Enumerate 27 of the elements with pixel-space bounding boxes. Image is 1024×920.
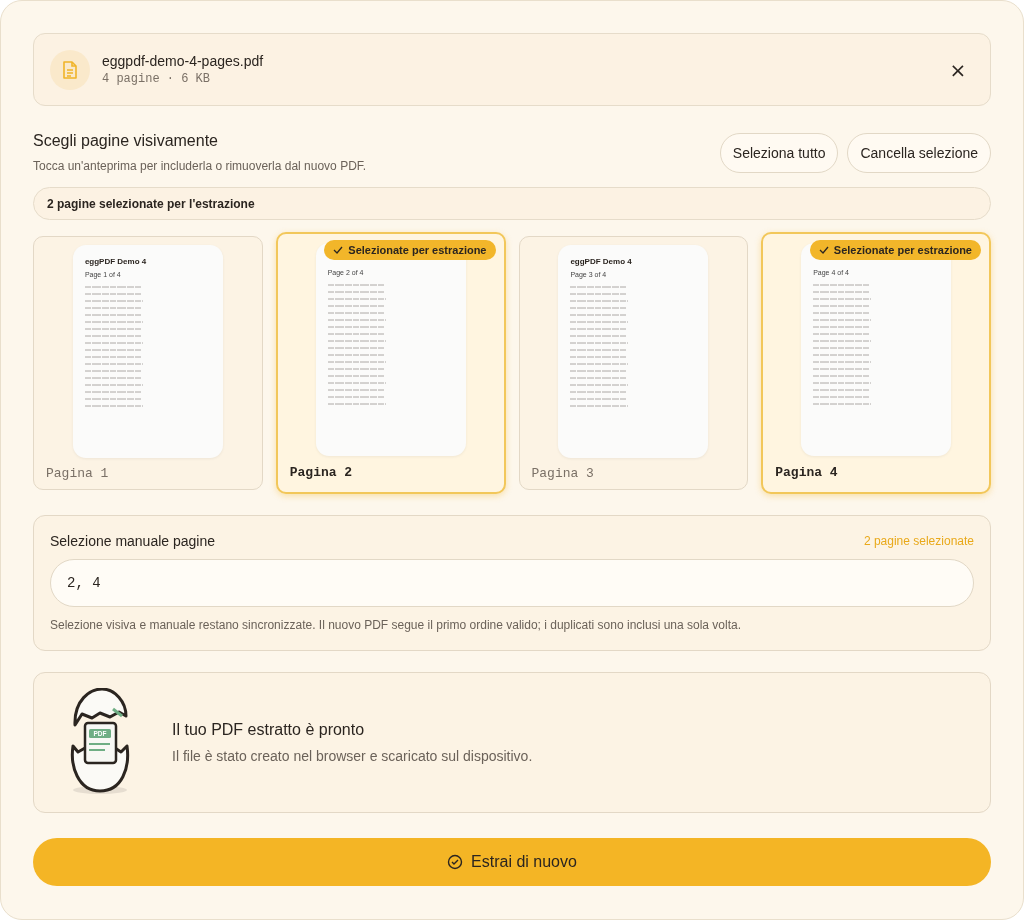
- file-meta: 4 pagine · 6 KB: [102, 72, 212, 86]
- section-hint: Tocca un'anteprima per includerla o rimuoverla dal nuovo PDF.: [33, 159, 367, 173]
- manual-title: Selezione manuale pagine: [50, 533, 215, 549]
- badge-text: Selezionate per estrazione: [348, 244, 487, 256]
- select-all-button[interactable]: Seleziona tutto: [719, 132, 839, 173]
- badge-text: Selezionate per estrazione: [833, 244, 972, 256]
- close-button[interactable]: ×: [942, 53, 974, 86]
- result-text: Il file è stato creato nel browser e scaricato sul dispositivo.: [172, 748, 533, 764]
- page-range-field[interactable]: 2, 4: [50, 559, 974, 607]
- document-title: eggPDF Demo 4: [84, 257, 147, 267]
- selected-count: 2 pagine selezionate: [863, 534, 974, 548]
- extract-again-button[interactable]: Estrai di nuovo: [33, 838, 991, 886]
- help-text: Selezione visiva e manuale restano sincronizzate. Il nuovo PDF segue il primo ordine valido; i duplicati sono inclusi una sola volta.: [50, 618, 743, 632]
- check-icon: [818, 246, 829, 254]
- clear-selection-button[interactable]: Cancella selezione: [847, 132, 991, 173]
- check-circle-icon: [447, 854, 464, 870]
- page-label: Pagina 3: [531, 466, 594, 481]
- document-title: eggPDF Demo 4: [570, 257, 632, 267]
- page-label: Pagina 2: [289, 465, 353, 480]
- page-label: Pagina 4: [775, 465, 838, 480]
- file-name: eggpdf-demo-4-pages.pdf: [102, 53, 265, 69]
- result-title: Il tuo PDF estratto è pronto: [172, 721, 366, 739]
- section-title: Scegli pagine visivamente: [33, 132, 219, 150]
- document-icon: [62, 60, 78, 79]
- selection-summary: 2 pagine selezionate per l'estrazione: [33, 187, 991, 220]
- page-label: Pagina 1: [46, 466, 109, 481]
- check-icon: [333, 246, 344, 254]
